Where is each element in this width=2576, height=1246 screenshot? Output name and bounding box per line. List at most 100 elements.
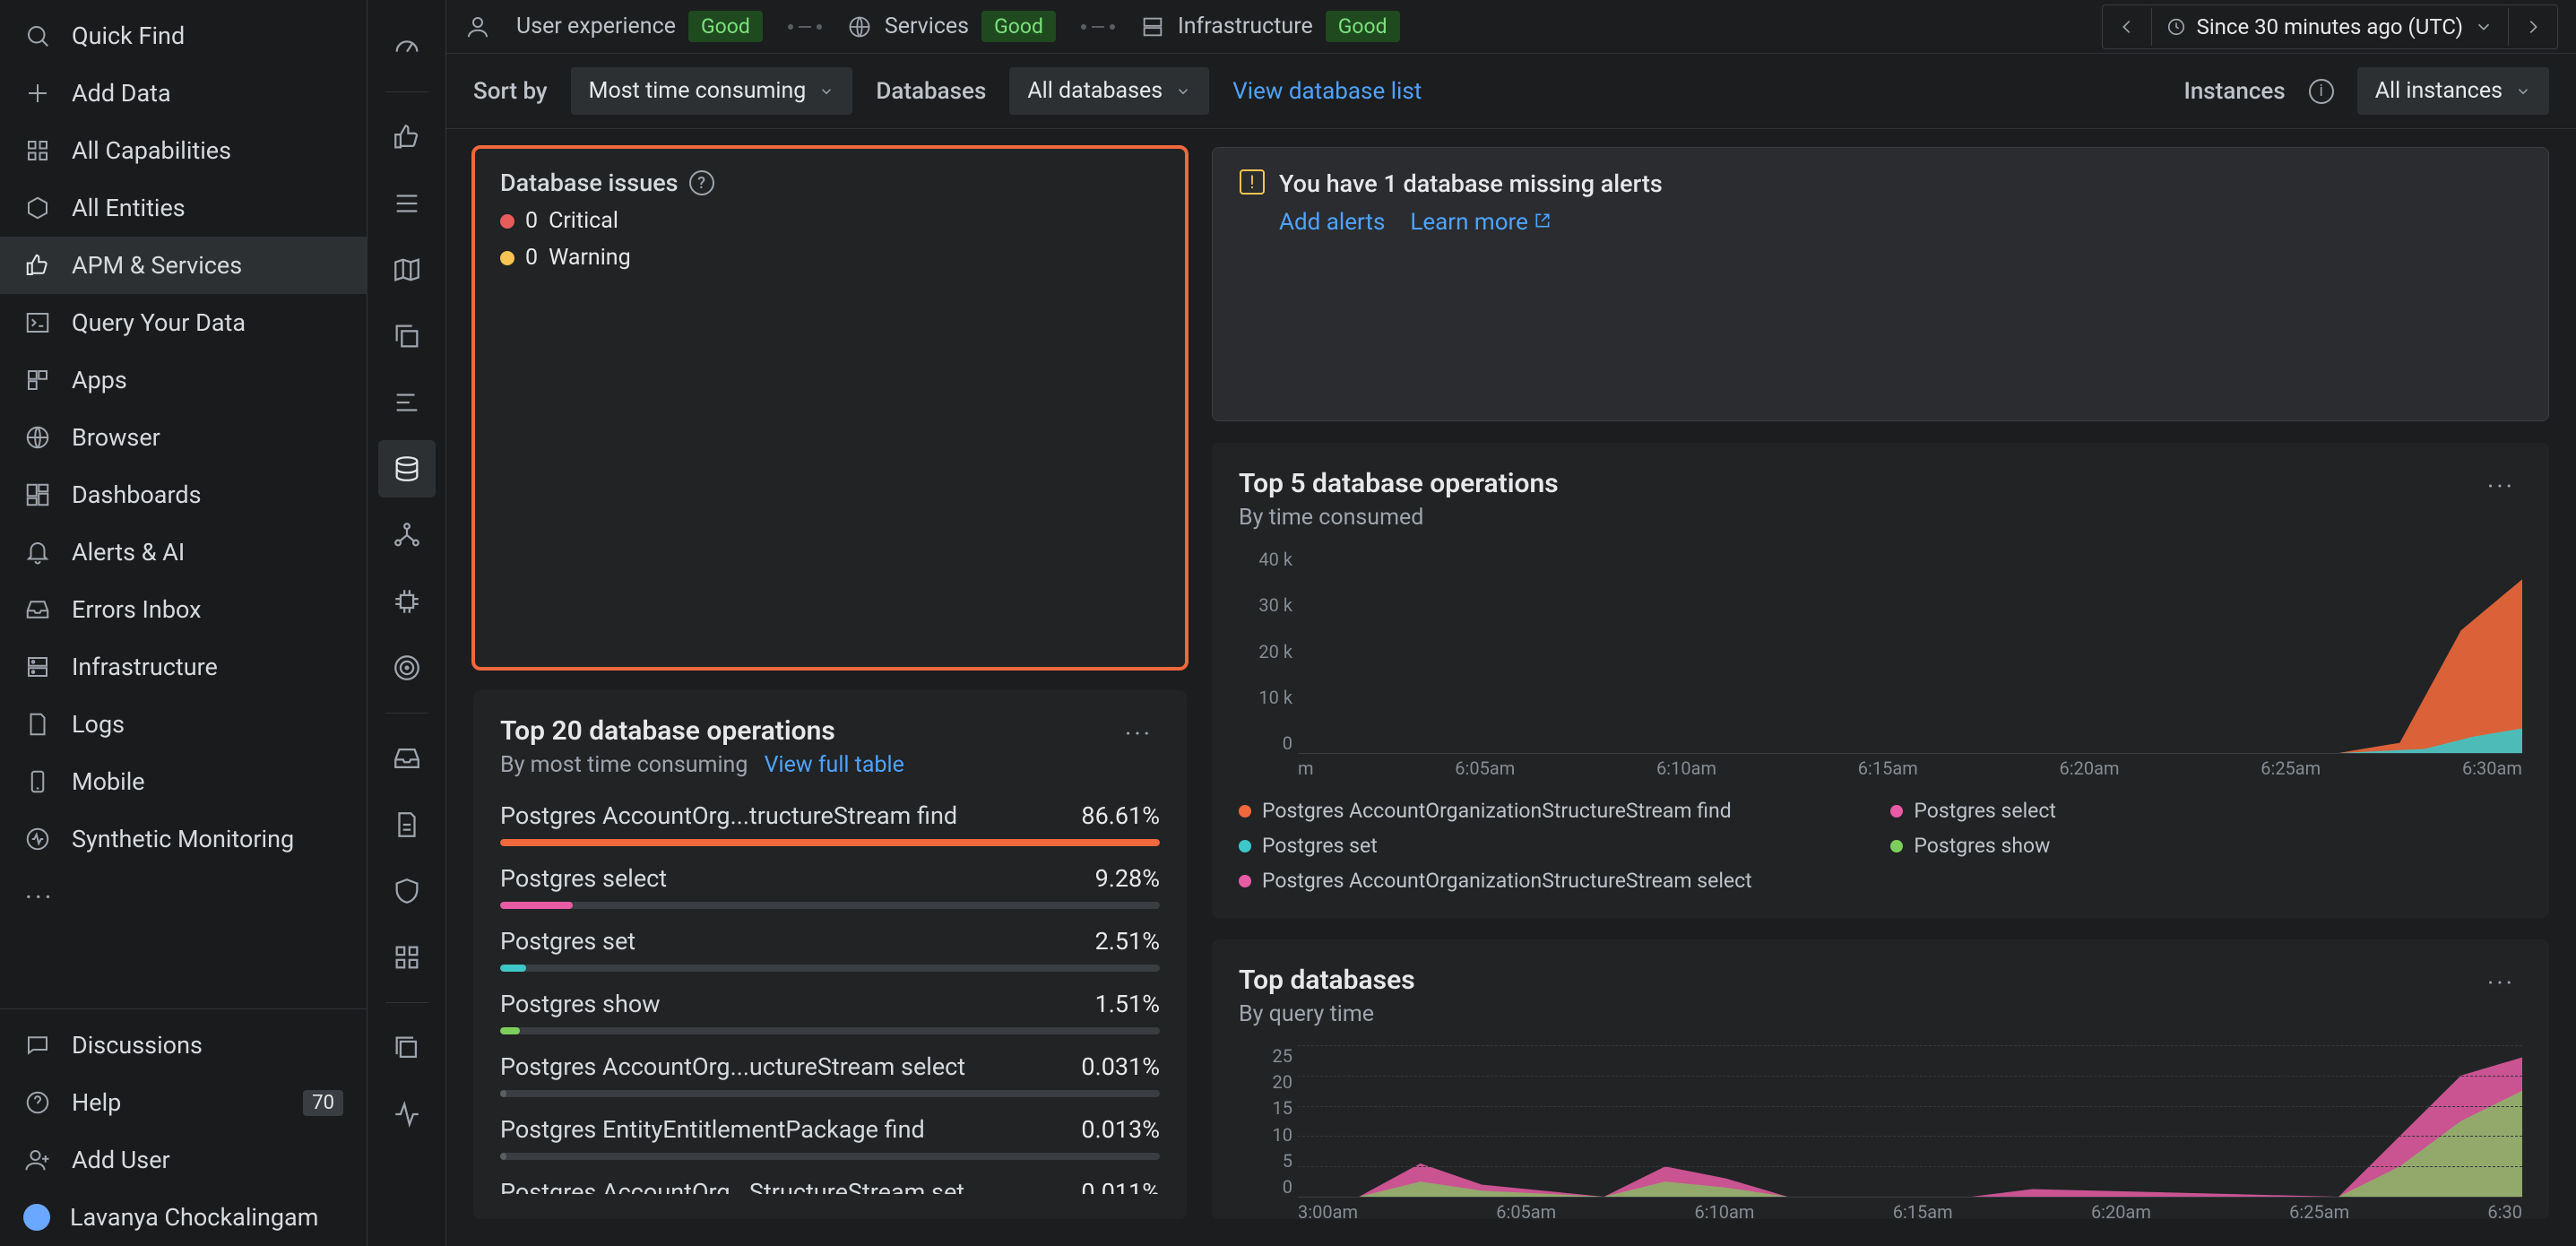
time-prev-button[interactable] [2103,8,2152,46]
nav-item-apps[interactable]: Apps [0,351,367,409]
nav-item-label: All Entities [72,194,186,222]
axis-tick: 40 k [1258,549,1292,570]
nav-add-user[interactable]: Add User [0,1131,367,1189]
legend-item[interactable]: Postgres AccountOrganizationStructureStr… [1239,799,1854,823]
nav-item-all-entities[interactable]: All Entities [0,179,367,237]
rail-network[interactable] [378,506,436,564]
axis-tick: 6:25am [2260,757,2321,781]
operation-row[interactable]: Postgres show 1.51% [500,990,1160,1034]
rail-database[interactable] [378,440,436,498]
nav-item-mobile[interactable]: Mobile [0,753,367,810]
top5-chart[interactable]: 40 k30 k20 k10 k0 m6:05am6:10am6:15am6:2… [1239,549,2522,781]
nav-user[interactable]: Lavanya Chockalingam [0,1189,367,1246]
time-range-picker[interactable]: Since 30 minutes ago (UTC) [2102,4,2558,49]
view-database-list-link[interactable]: View database list [1232,78,1422,105]
axis-tick: 0 [1283,732,1292,754]
operation-percent: 0.011% [1081,1178,1160,1194]
rail-list[interactable] [378,175,436,232]
nav-item-label: Apps [72,366,127,394]
status-services[interactable]: Services Good [847,11,1056,42]
pulse-icon [23,825,52,853]
rail-layers[interactable] [378,1019,436,1077]
nav-item-apm-services[interactable]: APM & Services [0,237,367,294]
rail-speedometer[interactable] [378,18,436,75]
nav-item-label: Browser [72,423,160,452]
legend-item[interactable]: Postgres show [1890,834,2506,858]
nav-item-alerts-ai[interactable]: Alerts & AI [0,523,367,581]
left-nav: Quick Find Add Data All Capabilities All… [0,0,367,1246]
axis-tick: 6:20am [2091,1201,2151,1224]
nav-item-quick-find[interactable]: Quick Find [0,7,367,65]
operation-name: Postgres select [500,864,1081,893]
status-pill: Good [688,11,763,42]
nav-item-synthetic-monitoring[interactable]: Synthetic Monitoring [0,810,367,868]
info-icon[interactable]: i [2309,79,2334,104]
axis-tick: 30 k [1258,594,1292,616]
nav-item-dashboards[interactable]: Dashboards [0,466,367,523]
help-icon[interactable]: ? [689,170,714,195]
nav-item-infrastructure[interactable]: Infrastructure [0,638,367,696]
terminal-icon [23,308,52,337]
operation-row[interactable]: Postgres AccountOrg...tructureStream fin… [500,801,1160,846]
panel-menu-button[interactable]: ··· [1118,715,1160,752]
instances-dropdown[interactable]: All instances [2357,67,2549,115]
nav-item-browser[interactable]: Browser [0,409,367,466]
rail-target[interactable] [378,639,436,697]
top5-subtitle: By time consumed [1239,505,2480,531]
operation-row[interactable]: Postgres EntityEntitlementPackage find 0… [500,1115,1160,1160]
sort-by-dropdown[interactable]: Most time consuming [571,67,853,115]
nav-item-logs[interactable]: Logs [0,696,367,753]
rail-inbox[interactable] [378,730,436,787]
grid-icon [23,136,52,165]
operation-name: Postgres set [500,927,1081,956]
nav-item-label: Mobile [72,767,145,796]
server-icon [23,653,52,681]
operation-percent: 86.61% [1081,801,1160,830]
status-pill: Good [981,11,1056,42]
time-range-label[interactable]: Since 30 minutes ago (UTC) [2152,5,2508,48]
rail-bars[interactable] [378,374,436,431]
operation-row[interactable]: Postgres AccountOrg...uctureStream selec… [500,1052,1160,1097]
operation-name: Postgres AccountOrg...tructureStream fin… [500,801,1067,830]
rail-map[interactable] [378,241,436,299]
rail-shield[interactable] [378,862,436,920]
operation-bar [500,1090,1160,1097]
operation-row[interactable]: Postgres select 9.28% [500,864,1160,909]
panel-menu-button[interactable]: ··· [2480,965,2522,1001]
axis-tick: 6:15am [1858,757,1918,781]
view-full-table-link[interactable]: View full table [765,752,904,778]
add-alerts-link[interactable]: Add alerts [1279,209,1385,236]
topdb-chart[interactable]: 2520151050 3:00am6:05am [1239,1045,2522,1224]
legend-dot-icon [1239,875,1251,887]
operation-percent: 1.51% [1095,990,1160,1018]
time-next-button[interactable] [2508,8,2557,46]
secondary-rail [367,0,446,1246]
nav-item-all-capabilities[interactable]: All Capabilities [0,122,367,179]
warning-dot-icon [500,251,514,265]
nav-more[interactable]: ··· [0,868,367,928]
nav-item-errors-inbox[interactable]: Errors Inbox [0,581,367,638]
operation-row[interactable]: Postgres set 2.51% [500,927,1160,972]
nav-item-query-your-data[interactable]: Query Your Data [0,294,367,351]
learn-more-link[interactable]: Learn more [1410,209,1552,236]
rail-cpu[interactable] [378,573,436,630]
nav-help[interactable]: Help 70 [0,1074,367,1131]
status-user-experience[interactable]: User experience Good [516,11,763,42]
databases-dropdown[interactable]: All databases [1009,67,1209,115]
rail-activity[interactable] [378,1086,436,1143]
legend-item[interactable]: Postgres select [1890,799,2506,823]
rail-doc[interactable] [378,796,436,853]
database-issues-card[interactable]: Database issues ? 0 Critical 0 Warning [473,147,1187,669]
operation-row[interactable]: Postgres AccountOrg...StructureStream se… [500,1178,1160,1194]
rail-blocks[interactable] [378,929,436,986]
status-connector [1081,24,1115,30]
rail-copy[interactable] [378,307,436,365]
nav-item-add-data[interactable]: Add Data [0,65,367,122]
legend-dot-icon [1239,840,1251,852]
status-infrastructure[interactable]: Infrastructure Good [1140,11,1400,42]
nav-discussions[interactable]: Discussions [0,1017,367,1074]
panel-menu-button[interactable]: ··· [2480,468,2522,505]
legend-item[interactable]: Postgres AccountOrganizationStructureStr… [1239,869,1854,893]
rail-thumb[interactable] [378,108,436,166]
legend-item[interactable]: Postgres set [1239,834,1854,858]
